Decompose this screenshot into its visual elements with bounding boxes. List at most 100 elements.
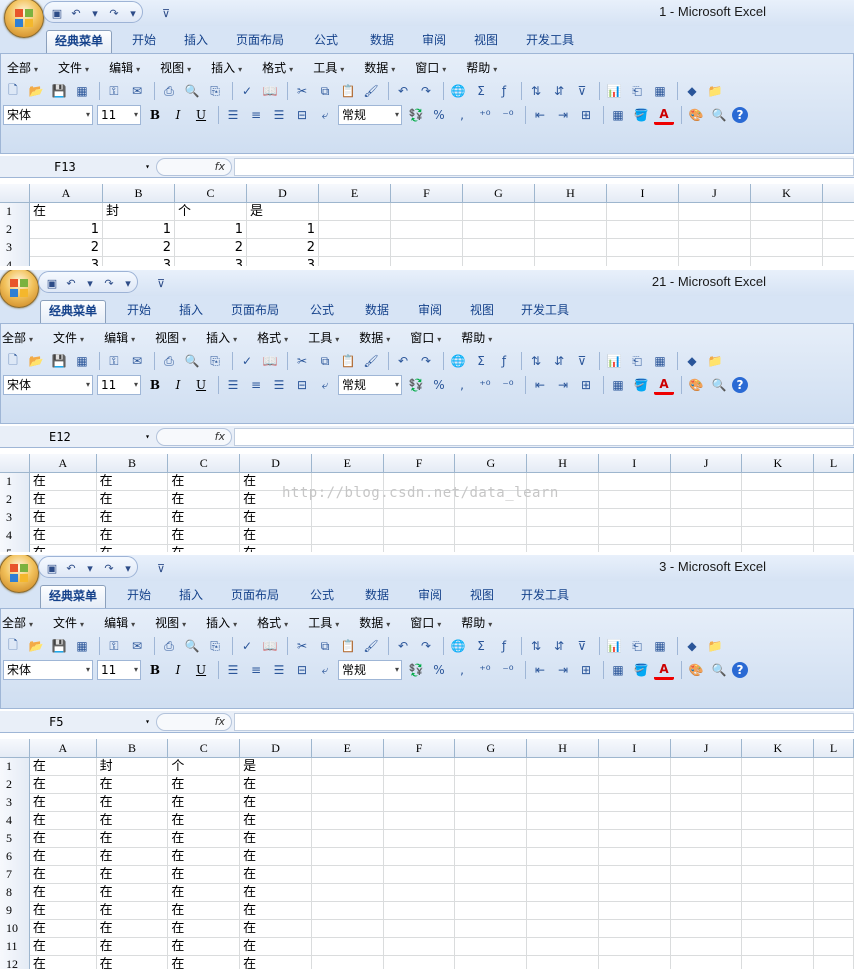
cell[interactable]: [814, 758, 854, 776]
cell[interactable]: 在: [168, 956, 241, 969]
column-header[interactable]: K: [742, 454, 815, 473]
cell[interactable]: 在: [97, 509, 169, 527]
row-header[interactable]: 4: [0, 257, 30, 266]
cell[interactable]: [312, 956, 384, 969]
sort-asc-icon[interactable]: ⇅: [526, 81, 546, 101]
column-header[interactable]: F: [391, 184, 463, 203]
cell[interactable]: 在: [30, 794, 97, 812]
font-color-icon[interactable]: A: [654, 375, 674, 395]
tab-0[interactable]: 经典菜单: [46, 30, 113, 53]
cell[interactable]: [814, 527, 854, 545]
chevron-down-icon[interactable]: ▾: [82, 275, 98, 291]
comma-button[interactable]: ,: [452, 375, 472, 395]
cell[interactable]: [535, 221, 607, 239]
hyperlink-icon[interactable]: 🌐: [448, 351, 468, 371]
fill-color-icon[interactable]: 🪣: [631, 375, 651, 395]
print-preview-icon[interactable]: 🔍: [182, 351, 202, 371]
cell[interactable]: 在: [168, 545, 241, 552]
tab-4[interactable]: 公式: [302, 585, 342, 608]
copy-icon[interactable]: ⧉: [315, 81, 335, 101]
cell[interactable]: [391, 257, 463, 266]
cell[interactable]: 在: [30, 203, 103, 221]
row-header[interactable]: 3: [0, 239, 30, 257]
cell[interactable]: [463, 203, 535, 221]
menu-item-4[interactable]: 插入 ▾: [206, 329, 237, 349]
save-icon[interactable]: ▣: [44, 275, 60, 291]
cell[interactable]: 在: [168, 776, 241, 794]
menu-item-0[interactable]: 全部 ▾: [7, 59, 38, 79]
cell[interactable]: 在: [97, 830, 169, 848]
print-preview-icon[interactable]: 🔍: [182, 81, 202, 101]
italic-button[interactable]: I: [168, 660, 188, 680]
select-all-corner[interactable]: [0, 184, 30, 203]
open-folder-icon[interactable]: 📂: [26, 351, 46, 371]
cell[interactable]: [599, 473, 671, 491]
cell[interactable]: [312, 848, 384, 866]
sum-icon[interactable]: Σ: [471, 351, 491, 371]
cell[interactable]: [391, 239, 463, 257]
cell[interactable]: 在: [168, 473, 241, 491]
cell[interactable]: [814, 938, 854, 956]
cell[interactable]: [607, 239, 679, 257]
font-name-select[interactable]: 宋体 ▾: [3, 105, 93, 125]
sort-asc-icon[interactable]: ⇅: [526, 636, 546, 656]
spelling-icon[interactable]: ✓: [237, 81, 257, 101]
cell[interactable]: 在: [97, 884, 169, 902]
menu-item-6[interactable]: 工具 ▾: [313, 59, 344, 79]
customize-qat-icon[interactable]: ⊽: [153, 275, 169, 291]
cell[interactable]: [814, 830, 854, 848]
cell[interactable]: 在: [240, 812, 312, 830]
cell[interactable]: [742, 812, 815, 830]
comma-button[interactable]: ,: [452, 105, 472, 125]
save-icon[interactable]: 💾: [49, 81, 69, 101]
menu-item-3[interactable]: 视图 ▾: [160, 59, 191, 79]
insert-function-button[interactable]: fx: [156, 428, 232, 446]
cell[interactable]: [742, 758, 815, 776]
chart-icon[interactable]: 📊: [604, 81, 624, 101]
cell[interactable]: 1: [30, 221, 103, 239]
cell[interactable]: [384, 830, 456, 848]
cell[interactable]: 2: [103, 239, 175, 257]
function-icon[interactable]: ƒ: [494, 81, 514, 101]
cell[interactable]: 在: [240, 545, 312, 552]
column-header[interactable]: L: [814, 739, 854, 758]
cell[interactable]: 在: [30, 920, 97, 938]
column-header[interactable]: E: [312, 454, 384, 473]
menu-item-7[interactable]: 数据 ▾: [359, 614, 390, 634]
cell[interactable]: 个: [175, 203, 247, 221]
menu-item-2[interactable]: 编辑 ▾: [104, 614, 135, 634]
row-header[interactable]: 3: [0, 794, 30, 812]
cell[interactable]: [527, 866, 599, 884]
insert-function-button[interactable]: fx: [156, 158, 232, 176]
cell[interactable]: [384, 812, 456, 830]
row-header[interactable]: 1: [0, 758, 30, 776]
borders-icon[interactable]: ⊞: [576, 375, 596, 395]
borders-icon[interactable]: ⊞: [576, 660, 596, 680]
cell[interactable]: [527, 848, 599, 866]
column-header[interactable]: H: [535, 184, 607, 203]
filter-icon[interactable]: ⊽: [572, 636, 592, 656]
cell[interactable]: 在: [30, 545, 97, 552]
cell[interactable]: 在: [30, 758, 97, 776]
cell[interactable]: [607, 221, 679, 239]
excel-icon[interactable]: ▦: [72, 636, 92, 656]
cell[interactable]: 1: [103, 221, 175, 239]
column-header[interactable]: A: [30, 739, 97, 758]
column-header[interactable]: I: [599, 739, 671, 758]
cell[interactable]: [527, 527, 599, 545]
help-icon[interactable]: ?: [732, 377, 748, 393]
cell[interactable]: [742, 527, 815, 545]
undo-icon[interactable]: ↶: [63, 275, 79, 291]
cell[interactable]: [679, 221, 751, 239]
cell[interactable]: [671, 812, 743, 830]
align-left-icon[interactable]: ☰: [223, 375, 243, 395]
redo-icon[interactable]: ↷: [416, 351, 436, 371]
cell[interactable]: 在: [97, 848, 169, 866]
cell[interactable]: [599, 776, 671, 794]
cell[interactable]: [671, 866, 743, 884]
font-color-icon[interactable]: A: [654, 105, 674, 125]
cell[interactable]: 在: [240, 848, 312, 866]
cell[interactable]: 在: [30, 848, 97, 866]
styles-icon[interactable]: 🎨: [686, 105, 706, 125]
cell[interactable]: 在: [30, 491, 97, 509]
